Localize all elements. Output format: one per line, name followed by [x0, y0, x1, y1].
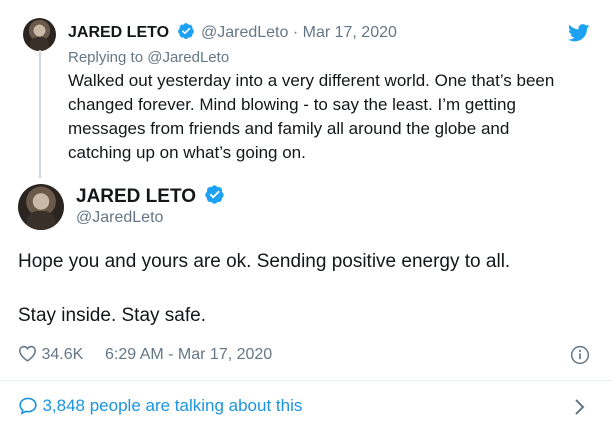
talking-about-text[interactable]: 3,848 people are talking about this	[42, 396, 302, 415]
reply-text: Walked out yesterday into a very differe…	[68, 69, 588, 165]
reply-date[interactable]: Mar 17, 2020	[303, 24, 397, 41]
talking-about-link[interactable]: 3,848 people are talking about this	[18, 396, 598, 418]
reply-text-line: catching up on what’s going on.	[68, 143, 306, 162]
replying-to[interactable]: Replying to @JaredLeto	[68, 49, 229, 66]
reply-text-line: messages from friends and family all aro…	[68, 119, 510, 138]
thread-line	[39, 50, 41, 178]
reply-separator: ·	[292, 24, 299, 41]
main-author-name[interactable]: JARED LETO	[76, 186, 196, 207]
heart-icon[interactable]	[18, 345, 37, 362]
verified-badge-icon	[205, 185, 224, 205]
main-text-line-1: Hope you and yours are ok. Sending posit…	[18, 251, 511, 272]
reply-text-line: Walked out yesterday into a very differe…	[68, 71, 555, 90]
reply-author-name[interactable]: JARED LETO	[68, 24, 169, 41]
reply-avatar[interactable]	[23, 18, 56, 51]
reply-header: JARED LETO @JaredLeto · Mar 17, 2020	[68, 23, 397, 42]
main-handle[interactable]: @JaredLeto	[76, 209, 163, 227]
twitter-bird-icon[interactable]	[568, 24, 590, 42]
info-icon[interactable]	[570, 345, 590, 365]
main-author: JARED LETO	[76, 185, 225, 208]
main-text-line-2: Stay inside. Stay safe.	[18, 305, 206, 326]
verified-badge-icon	[177, 23, 194, 40]
tweet-timestamp[interactable]: 6:29 AM - Mar 17, 2020	[105, 346, 272, 364]
chevron-right-icon[interactable]	[574, 398, 586, 416]
reply-handle[interactable]: @JaredLeto	[201, 24, 288, 41]
like-count: 34.6K	[41, 346, 84, 363]
comment-bubble-icon	[19, 397, 37, 415]
like-action[interactable]: 34.6K	[18, 345, 83, 365]
main-avatar[interactable]	[18, 184, 64, 230]
reply-text-line: changed forever. Mind blowing - to say t…	[68, 95, 516, 114]
divider	[0, 380, 612, 381]
